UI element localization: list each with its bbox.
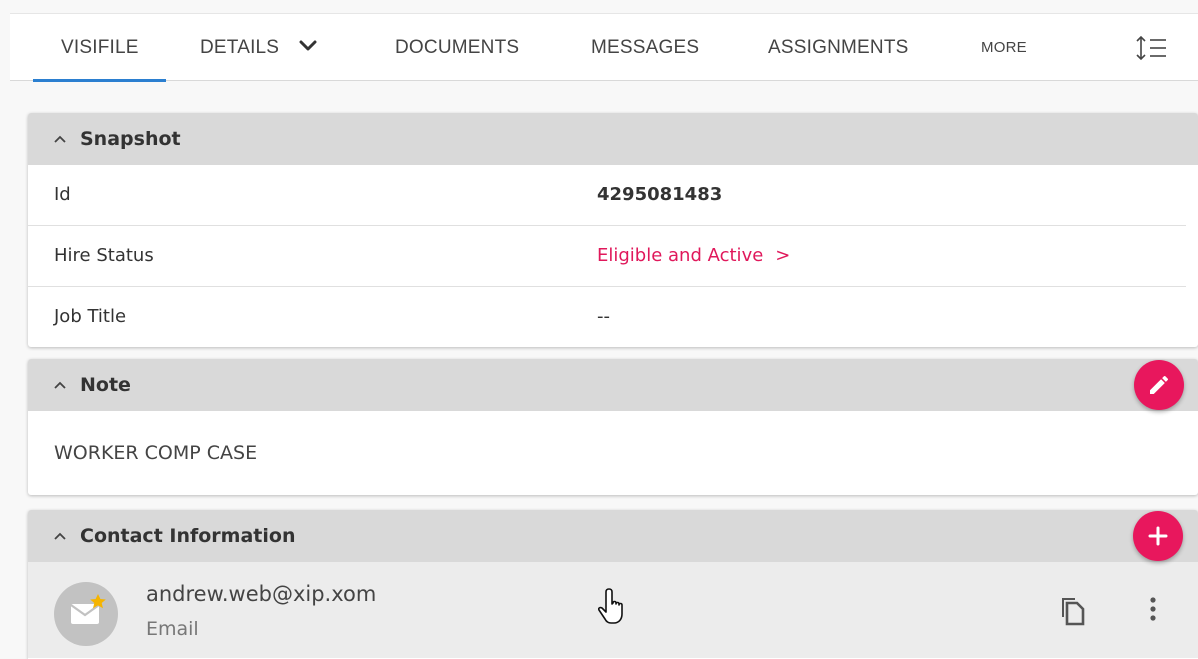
tab-visifile[interactable]: VISIFILE <box>33 14 166 82</box>
field-label: Hire Status <box>54 245 154 266</box>
field-row-id: Id 4295081483 <box>28 165 1186 226</box>
tab-more[interactable]: MORE <box>981 14 1027 81</box>
contact-type: Email <box>146 618 199 640</box>
field-value: -- <box>597 306 610 327</box>
contact-item[interactable]: andrew.web@xip.xom Email <box>28 562 1198 658</box>
hire-status-link[interactable]: Eligible and Active > <box>597 226 790 286</box>
add-contact-button[interactable] <box>1133 511 1183 561</box>
field-value: 4295081483 <box>597 184 723 205</box>
hire-status-value: Eligible and Active <box>597 245 764 266</box>
tab-assignments[interactable]: ASSIGNMENTS <box>768 14 909 81</box>
contact-header[interactable]: Contact Information <box>28 510 1198 562</box>
email-star-icon <box>70 594 106 624</box>
copy-icon <box>1062 598 1085 626</box>
tab-messages[interactable]: MESSAGES <box>591 14 699 81</box>
pencil-icon <box>1150 375 1169 394</box>
chevron-right-icon: > <box>775 245 791 266</box>
tab-label: MESSAGES <box>591 37 700 58</box>
plus-icon <box>1148 526 1168 546</box>
tab-label: DETAILS <box>200 37 280 58</box>
tab-details[interactable]: DETAILS <box>200 14 317 81</box>
note-card: Note WORKER COMP CASE <box>28 359 1198 495</box>
field-label: Job Title <box>54 306 127 327</box>
field-row-hire-status: Hire Status Eligible and Active > <box>28 226 1186 287</box>
field-label: Id <box>54 184 71 205</box>
snapshot-card: Snapshot Id 4295081483 Hire Status Eligi… <box>28 113 1198 347</box>
note-header[interactable]: Note <box>28 359 1198 411</box>
chevron-up-icon <box>54 532 66 540</box>
edit-note-button[interactable] <box>1134 360 1184 410</box>
sort-lines-icon <box>1136 35 1166 61</box>
chevron-down-icon <box>299 40 317 51</box>
contact-email: andrew.web@xip.xom <box>146 582 377 606</box>
chevron-up-icon <box>54 381 66 389</box>
contact-card: Contact Information andrew.web@xip.xom E… <box>28 510 1198 659</box>
tab-label: MORE <box>981 39 1027 56</box>
page: VISIFILE DETAILS DOCUMENTS MESSAGES ASSI… <box>0 0 1198 659</box>
more-options-button[interactable] <box>1146 594 1160 626</box>
snapshot-header[interactable]: Snapshot <box>28 113 1198 165</box>
chevron-up-icon <box>54 135 66 143</box>
tab-label: ASSIGNMENTS <box>768 37 909 58</box>
card-title: Note <box>80 374 131 396</box>
sort-button[interactable] <box>1135 34 1175 62</box>
avatar <box>54 582 118 646</box>
tab-label: DOCUMENTS <box>395 37 520 58</box>
card-title: Snapshot <box>80 128 181 150</box>
note-body: WORKER COMP CASE <box>28 411 1198 495</box>
tab-bar: VISIFILE DETAILS DOCUMENTS MESSAGES ASSI… <box>10 13 1198 82</box>
note-text: WORKER COMP CASE <box>54 442 258 464</box>
field-row-job-title: Job Title -- <box>28 287 1186 347</box>
copy-button[interactable] <box>1058 594 1086 626</box>
tab-label: VISIFILE <box>61 37 139 58</box>
card-title: Contact Information <box>80 525 296 547</box>
more-vert-icon <box>1150 597 1156 621</box>
tab-documents[interactable]: DOCUMENTS <box>395 14 519 81</box>
